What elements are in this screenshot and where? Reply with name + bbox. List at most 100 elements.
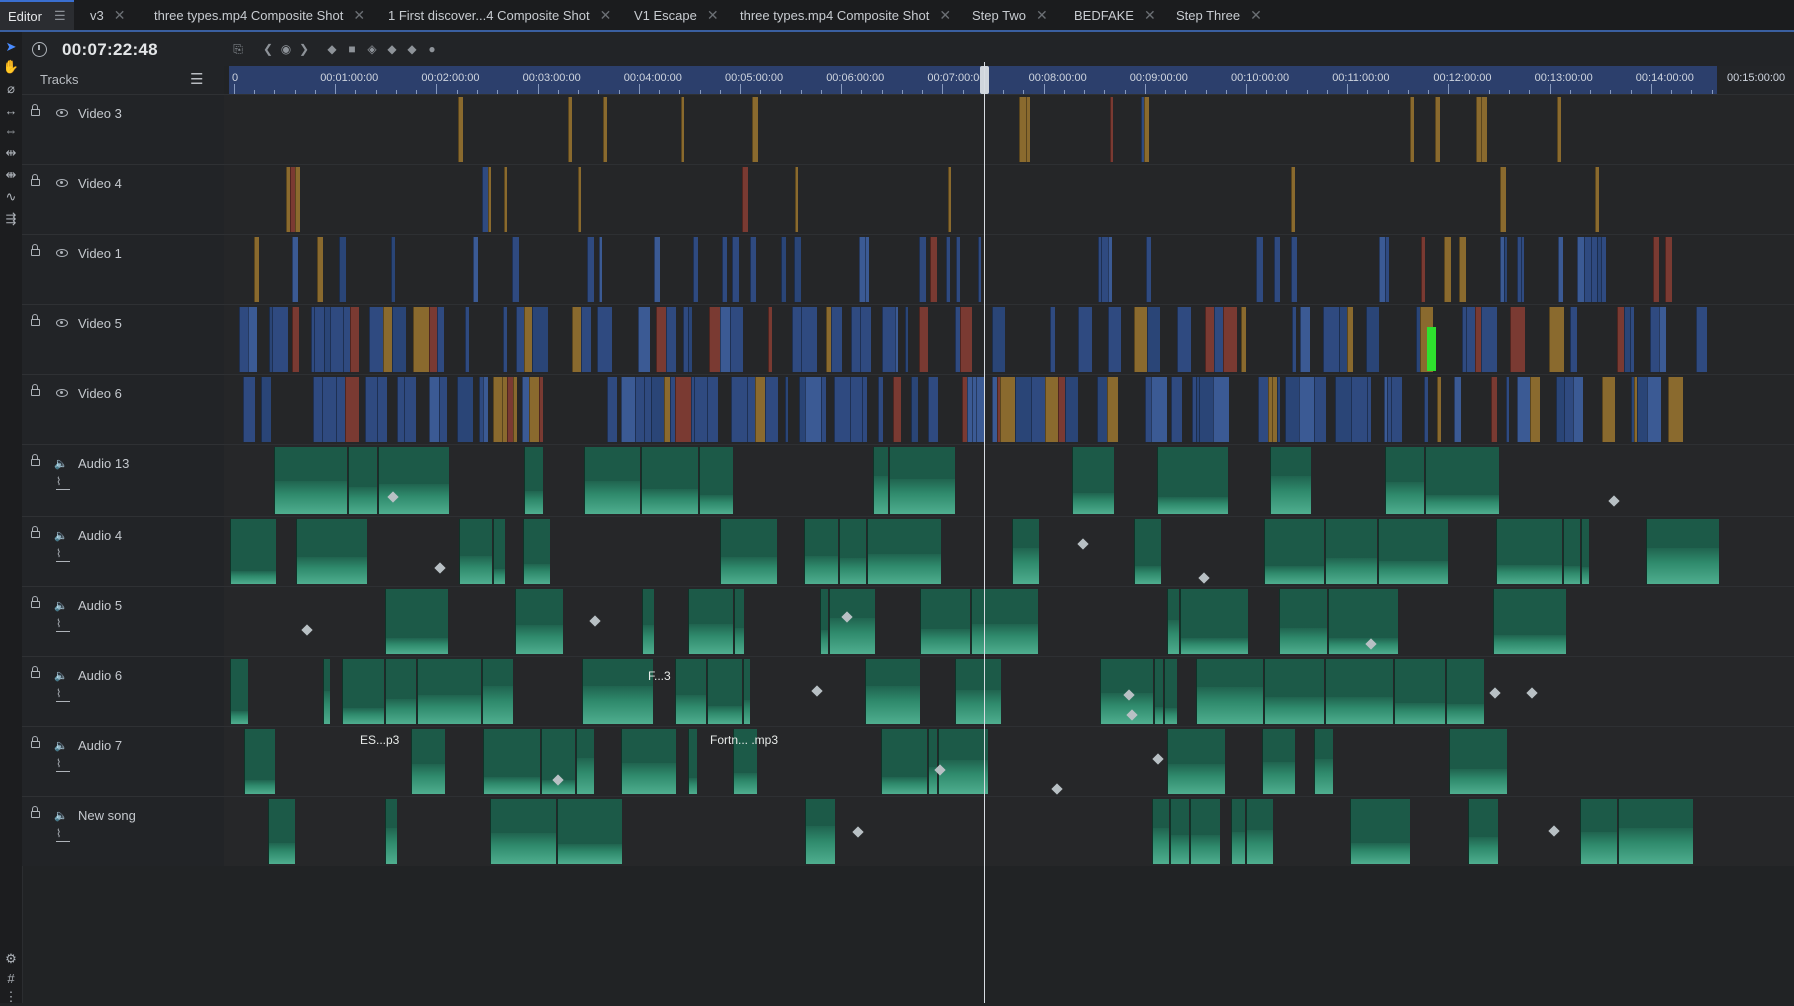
audio-clip[interactable] bbox=[867, 519, 941, 584]
video-clip[interactable] bbox=[792, 307, 801, 372]
video-clip[interactable] bbox=[1347, 307, 1353, 372]
video-clip[interactable] bbox=[345, 377, 359, 442]
audio-clip[interactable] bbox=[1314, 729, 1333, 794]
video-clip[interactable] bbox=[732, 237, 739, 302]
audio-clip[interactable] bbox=[1328, 589, 1398, 654]
keyframe-marker[interactable] bbox=[589, 615, 601, 627]
audio-clip[interactable] bbox=[675, 659, 706, 724]
video-clip[interactable] bbox=[905, 307, 908, 372]
loop-icon[interactable]: ● bbox=[424, 41, 440, 57]
eye-icon[interactable] bbox=[56, 249, 68, 257]
audio-clip[interactable] bbox=[296, 519, 367, 584]
audio-clip[interactable] bbox=[1325, 659, 1393, 724]
video-clip[interactable] bbox=[882, 307, 895, 372]
track-header[interactable]: 🔈 ⌇ Audio 4 bbox=[22, 516, 224, 586]
video-clip[interactable] bbox=[254, 237, 259, 302]
video-clip[interactable] bbox=[1058, 377, 1065, 442]
video-clip[interactable] bbox=[834, 377, 850, 442]
video-clip[interactable] bbox=[948, 167, 951, 232]
speaker-icon[interactable]: 🔈 bbox=[54, 529, 68, 542]
video-clip[interactable] bbox=[1659, 307, 1666, 372]
video-clip[interactable] bbox=[578, 167, 581, 232]
video-clip[interactable] bbox=[513, 377, 517, 442]
video-clip[interactable] bbox=[1205, 307, 1214, 372]
video-clip[interactable] bbox=[781, 237, 786, 302]
audio-clip[interactable] bbox=[928, 729, 937, 794]
video-clip[interactable] bbox=[1351, 377, 1367, 442]
track-lane[interactable] bbox=[224, 164, 1794, 234]
video-clip[interactable] bbox=[1481, 307, 1497, 372]
video-clip[interactable] bbox=[503, 307, 507, 372]
slide-tool-icon[interactable]: ⇔ bbox=[2, 122, 20, 140]
keyframe-marker[interactable] bbox=[1051, 783, 1063, 795]
keyframe-marker[interactable] bbox=[1077, 538, 1089, 550]
video-clip[interactable] bbox=[1177, 307, 1191, 372]
video-clip[interactable] bbox=[1045, 377, 1058, 442]
video-clip[interactable] bbox=[339, 237, 346, 302]
video-clip[interactable] bbox=[1258, 377, 1268, 442]
video-clip[interactable] bbox=[313, 377, 322, 442]
audio-clip[interactable] bbox=[1164, 659, 1177, 724]
video-clip[interactable] bbox=[1050, 307, 1055, 372]
audio-clip[interactable] bbox=[720, 519, 777, 584]
audio-clip[interactable] bbox=[881, 729, 927, 794]
audio-clip[interactable] bbox=[490, 799, 556, 864]
close-icon[interactable]: ✕ bbox=[1250, 7, 1262, 24]
keyframe-next-icon[interactable]: ◆ bbox=[404, 41, 420, 57]
video-clip[interactable] bbox=[976, 377, 984, 442]
video-clip[interactable] bbox=[831, 307, 842, 372]
gear-icon[interactable]: ⚙ bbox=[2, 950, 20, 968]
audio-clip[interactable] bbox=[1563, 519, 1580, 584]
video-clip[interactable] bbox=[1444, 237, 1451, 302]
tab-step-two[interactable]: Step Two ✕ bbox=[964, 0, 1048, 30]
video-clip[interactable] bbox=[1424, 377, 1428, 442]
video-clip[interactable] bbox=[895, 307, 898, 372]
lock-icon[interactable] bbox=[31, 244, 40, 256]
audio-clip[interactable] bbox=[576, 729, 594, 794]
audio-clip[interactable] bbox=[1270, 447, 1311, 514]
video-clip[interactable] bbox=[330, 307, 343, 372]
video-clip[interactable] bbox=[1521, 237, 1524, 302]
eye-icon[interactable] bbox=[56, 319, 68, 327]
next-edit-icon[interactable]: ❯ bbox=[296, 41, 312, 57]
video-clip[interactable] bbox=[1065, 377, 1078, 442]
video-clip[interactable] bbox=[539, 377, 543, 442]
video-clip[interactable] bbox=[794, 237, 801, 302]
video-clip[interactable] bbox=[581, 307, 591, 372]
eye-icon[interactable] bbox=[56, 179, 68, 187]
video-clip[interactable] bbox=[1500, 167, 1506, 232]
audio-clip[interactable] bbox=[348, 447, 377, 514]
keyframe-icon[interactable]: ◆ bbox=[324, 41, 340, 57]
slip-tool-icon[interactable]: ↔ bbox=[2, 102, 20, 120]
track-header[interactable]: 🔈 ⌇ Audio 5 bbox=[22, 586, 224, 656]
audio-clip[interactable] bbox=[584, 447, 640, 514]
video-clip[interactable] bbox=[1213, 377, 1229, 442]
audio-clip[interactable] bbox=[1264, 519, 1324, 584]
lock-icon[interactable] bbox=[31, 454, 40, 466]
video-clip[interactable] bbox=[805, 377, 821, 442]
video-clip[interactable] bbox=[1144, 97, 1149, 162]
video-clip[interactable] bbox=[429, 307, 437, 372]
video-clip[interactable] bbox=[1285, 377, 1299, 442]
video-clip[interactable] bbox=[603, 97, 607, 162]
eye-icon[interactable] bbox=[56, 389, 68, 397]
video-clip[interactable] bbox=[851, 307, 860, 372]
video-clip[interactable] bbox=[314, 307, 324, 372]
track-lane[interactable] bbox=[224, 586, 1794, 656]
track-lane[interactable]: ES...p3 Fortn... .mp3 bbox=[224, 726, 1794, 796]
audio-clip[interactable] bbox=[1385, 447, 1424, 514]
video-clip[interactable] bbox=[1078, 307, 1092, 372]
tab-editor[interactable]: Editor ☰ bbox=[0, 0, 74, 30]
close-icon[interactable]: ✕ bbox=[1144, 7, 1156, 24]
video-clip[interactable] bbox=[1601, 237, 1606, 302]
lock-icon[interactable] bbox=[31, 526, 40, 538]
video-clip[interactable] bbox=[801, 307, 817, 372]
track-lane[interactable] bbox=[224, 444, 1794, 516]
video-clip[interactable] bbox=[911, 377, 918, 442]
audio-clip[interactable] bbox=[938, 729, 988, 794]
audio-clip[interactable] bbox=[889, 447, 955, 514]
track-header[interactable]: Video 1 bbox=[22, 234, 224, 304]
video-clip[interactable] bbox=[1653, 237, 1659, 302]
video-clip[interactable] bbox=[635, 377, 644, 442]
audio-clip[interactable] bbox=[1264, 659, 1324, 724]
